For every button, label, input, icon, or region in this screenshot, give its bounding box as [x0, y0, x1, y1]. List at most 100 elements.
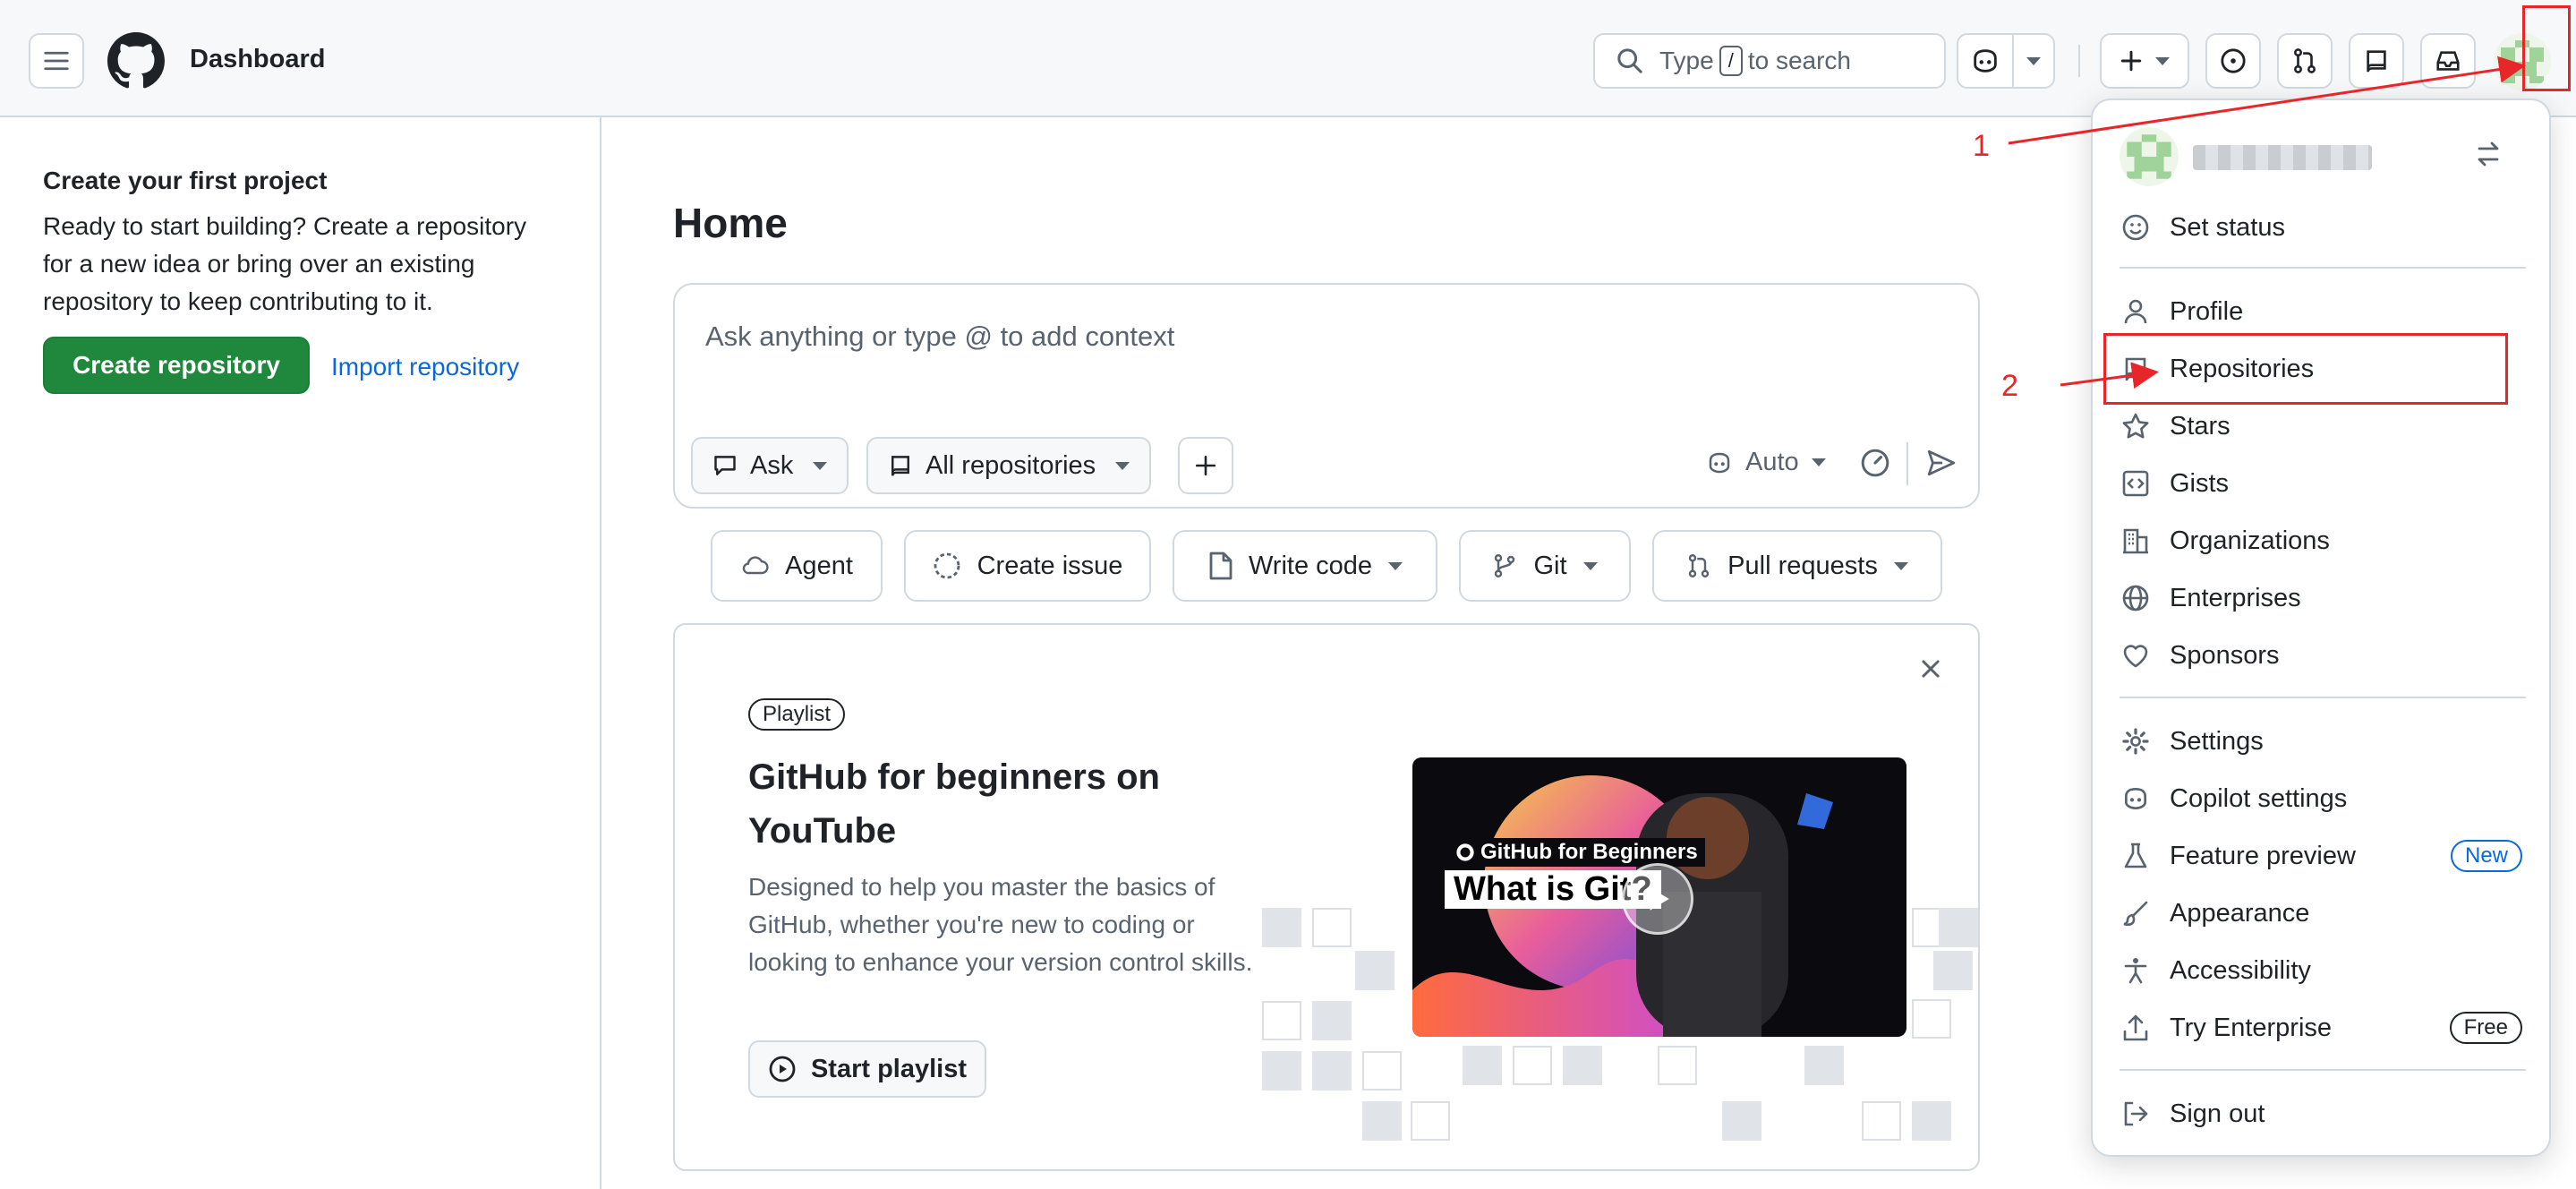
- menu-label: Stars: [2170, 411, 2231, 441]
- person-icon: [2124, 299, 2147, 324]
- chevron-down-icon: [1115, 461, 1130, 470]
- cloud-icon: [742, 556, 769, 575]
- card-description: Designed to help you master the basics o…: [748, 873, 1253, 976]
- free-badge: Free: [2449, 1012, 2522, 1044]
- create-repository-button[interactable]: Create repository: [43, 337, 310, 394]
- video-play-button[interactable]: [1622, 863, 1693, 935]
- create-new-button[interactable]: [2100, 33, 2189, 89]
- accessibility-icon: [2124, 958, 2147, 984]
- chevron-down-icon: [2026, 56, 2041, 65]
- menu-item-gists[interactable]: Gists: [2120, 458, 2531, 509]
- avatar-identicon: [2127, 134, 2171, 179]
- menu-item-copilot-settings[interactable]: Copilot settings: [2120, 774, 2531, 824]
- decor-tile: [1262, 908, 1301, 947]
- switch-account-button[interactable]: [2474, 140, 2503, 168]
- menu-item-sponsors[interactable]: Sponsors: [2120, 630, 2531, 680]
- ask-mode-select[interactable]: Ask: [691, 437, 849, 494]
- create-issue-chip[interactable]: Create issue: [904, 530, 1151, 602]
- annotation-number-2: 2: [2001, 369, 2018, 403]
- model-label: Auto: [1745, 448, 1799, 476]
- page-title[interactable]: Dashboard: [190, 45, 325, 74]
- menu-label: Set status: [2170, 212, 2285, 242]
- menu-label: Appearance: [2170, 898, 2310, 928]
- git-pull-request-icon: [2293, 48, 2316, 73]
- start-playlist-label: Start playlist: [810, 1054, 968, 1083]
- annotation-number-1: 1: [1973, 129, 1990, 163]
- pull-requests-chip[interactable]: Pull requests: [1652, 530, 1942, 602]
- repository-scope-label: All repositories: [925, 450, 1096, 480]
- decor-tile: [1804, 1046, 1844, 1085]
- plus-icon: [1195, 455, 1216, 476]
- menu-item-organizations[interactable]: Organizations: [2120, 516, 2531, 566]
- menu-item-profile[interactable]: Profile: [2120, 287, 2531, 337]
- git-chip[interactable]: Git: [1459, 530, 1631, 602]
- model-select[interactable]: Auto: [1706, 448, 1826, 477]
- search-input[interactable]: Type / to search: [1593, 33, 1946, 89]
- copilot-ask-box[interactable]: Ask anything or type @ to add context As…: [673, 283, 1980, 509]
- github-logo[interactable]: [107, 32, 165, 90]
- decor-tile: [1563, 1046, 1602, 1085]
- menu-item-settings[interactable]: Settings: [2120, 716, 2531, 766]
- menu-button[interactable]: [29, 33, 84, 89]
- menu-avatar: [2120, 127, 2179, 186]
- pull-requests-button[interactable]: [2277, 33, 2333, 89]
- ask-placeholder[interactable]: Ask anything or type @ to add context: [705, 321, 1174, 353]
- play-circle-icon: [769, 1056, 796, 1082]
- search-shortcut-key: /: [1719, 46, 1743, 76]
- repositories-button[interactable]: [2349, 33, 2404, 89]
- inbox-button[interactable]: [2420, 33, 2476, 89]
- sidebar-description: Ready to start building? Create a reposi…: [43, 212, 527, 315]
- close-icon: [1922, 660, 1940, 678]
- copilot-icon: [1709, 452, 1730, 473]
- chevron-down-icon: [1582, 561, 1598, 570]
- card-title: GitHub for beginners on YouTube: [748, 757, 1160, 851]
- write-code-chip-label: Write code: [1248, 551, 1373, 580]
- decor-tile: [1262, 1051, 1301, 1091]
- agent-chip[interactable]: Agent: [711, 530, 883, 602]
- send-button[interactable]: [1926, 448, 1957, 478]
- import-repository-link[interactable]: Import repository: [331, 353, 519, 381]
- new-badge: New: [2450, 840, 2522, 872]
- decor-tile: [1939, 908, 1978, 947]
- menu-divider: [2120, 697, 2526, 698]
- comment-icon: [714, 456, 736, 475]
- repository-scope-select[interactable]: All repositories: [866, 437, 1152, 494]
- write-code-chip[interactable]: Write code: [1173, 530, 1437, 602]
- playlist-card: Playlist GitHub for beginners on YouTube…: [673, 623, 1980, 1171]
- menu-label: Feature preview: [2170, 841, 2356, 870]
- agent-settings-button[interactable]: [1860, 448, 1890, 478]
- decor-tile: [1658, 1046, 1697, 1085]
- issues-button[interactable]: [2205, 33, 2261, 89]
- copilot-icon: [2125, 787, 2146, 810]
- menu-item-accessibility[interactable]: Accessibility: [2120, 945, 2531, 996]
- menu-label: Gists: [2170, 468, 2230, 498]
- menu-item-appearance[interactable]: Appearance: [2120, 888, 2531, 938]
- paintbrush-icon: [2123, 901, 2148, 927]
- hamburger-icon: [44, 51, 69, 71]
- menu-label: Settings: [2170, 726, 2264, 756]
- github-mark-icon: [1456, 843, 1474, 861]
- file-icon: [1209, 552, 1233, 580]
- ask-mode-label: Ask: [750, 450, 794, 480]
- decor-tile: [1513, 1046, 1552, 1085]
- chevron-down-icon: [1388, 561, 1403, 570]
- dismiss-card-button[interactable]: [1919, 657, 1942, 680]
- menu-item-stars[interactable]: Stars: [2120, 401, 2531, 451]
- menu-divider: [2120, 267, 2526, 269]
- menu-item-set-status[interactable]: Set status: [2120, 202, 2531, 252]
- menu-label: Copilot settings: [2170, 783, 2348, 813]
- header-separator: [2078, 45, 2080, 77]
- video-thumbnail[interactable]: GitHub for Beginners What is Git?: [1412, 757, 1906, 1037]
- start-playlist-button[interactable]: Start playlist: [748, 1040, 986, 1098]
- copilot-dropdown-button[interactable]: [2012, 33, 2055, 89]
- copilot-button[interactable]: [1957, 33, 2014, 89]
- menu-item-enterprises[interactable]: Enterprises: [2120, 573, 2531, 623]
- video-brand: GitHub for Beginners: [1448, 838, 1705, 867]
- upload-icon: [2123, 1014, 2148, 1041]
- github-mark-icon: [107, 32, 165, 89]
- menu-item-sign-out[interactable]: Sign out: [2120, 1089, 2531, 1139]
- heart-icon: [2123, 645, 2148, 668]
- menu-label: Enterprises: [2170, 583, 2301, 612]
- add-context-button[interactable]: [1178, 437, 1233, 494]
- chevron-down-icon: [813, 461, 828, 470]
